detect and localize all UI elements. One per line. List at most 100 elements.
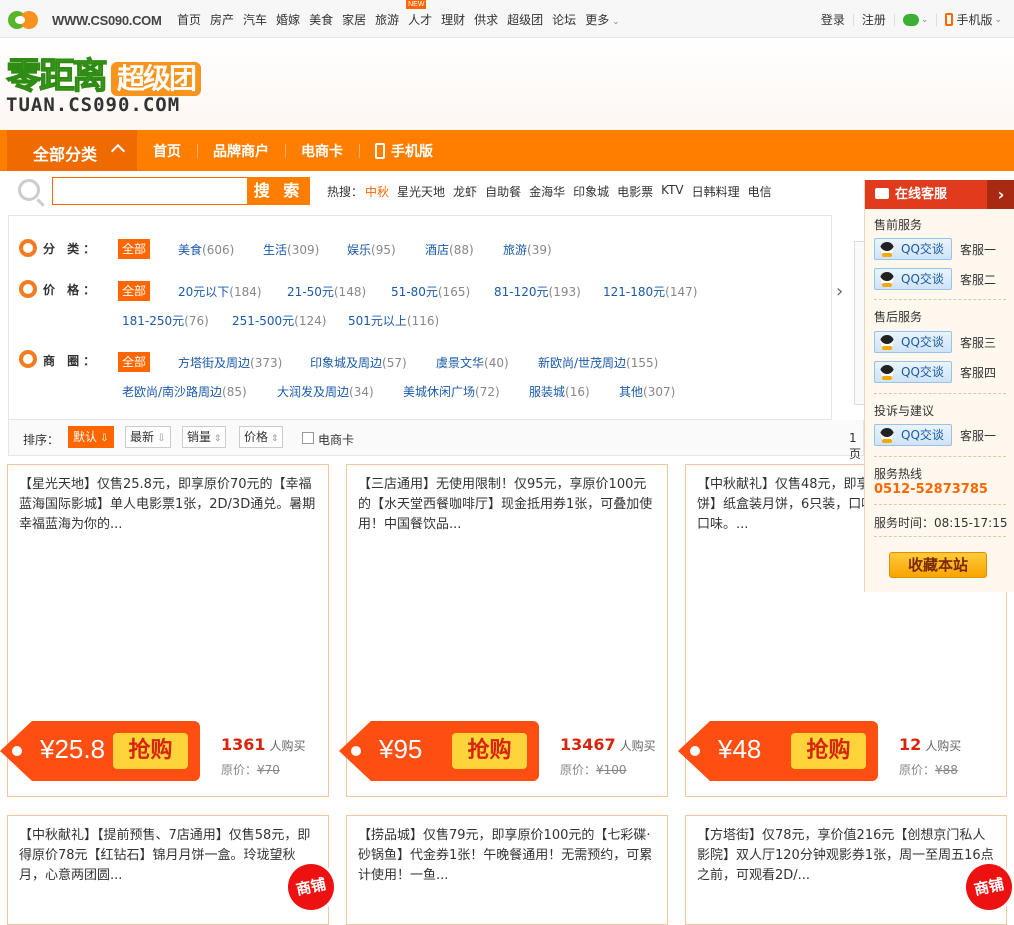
- service-hours: 服务时间：08:15-17:15: [874, 516, 1008, 530]
- customer-service-header[interactable]: 在线客服 ›: [865, 180, 1014, 209]
- deal-card[interactable]: 【捞品城】仅售79元，即享原价100元的【七彩碟·砂锅鱼】代金券1张！午晚餐通用…: [346, 815, 668, 925]
- deal-card[interactable]: 【三店通用】无使用限制！仅95元，享原价100元的【水天堂西餐咖啡厅】现金抵用券…: [339, 464, 668, 797]
- topnav-wedding[interactable]: 婚嫁: [276, 11, 300, 28]
- hot-item[interactable]: 日韩料理: [692, 183, 740, 200]
- topnav-supply[interactable]: 供求: [474, 11, 498, 28]
- topnav-supergroup[interactable]: 超级团: [507, 11, 543, 28]
- district-option[interactable]: 美城休闲广场(72): [403, 383, 500, 400]
- agent-name: 客服一: [960, 429, 997, 443]
- price-option[interactable]: 181-250元(76): [122, 312, 209, 329]
- category-all[interactable]: 全部: [118, 239, 150, 259]
- hot-item[interactable]: 中秋: [365, 183, 389, 200]
- district-option[interactable]: 老欧尚/南沙路周边(85): [122, 383, 247, 400]
- sort-price-button[interactable]: 价格 ⇕: [239, 426, 284, 448]
- topnav-car[interactable]: 汽车: [243, 11, 267, 28]
- topnav-finance[interactable]: 理财: [441, 11, 465, 28]
- site-logo[interactable]: WWW.CS090.COM: [8, 8, 162, 32]
- buy-button[interactable]: 抢购: [791, 733, 866, 769]
- category-option[interactable]: 生活(309): [263, 241, 319, 258]
- sold-count: 1361 人购买: [221, 735, 306, 754]
- hot-item[interactable]: 金海华: [529, 183, 565, 200]
- ecard-checkbox[interactable]: [302, 432, 314, 444]
- deal-title[interactable]: 【星光天地】仅售25.8元，即享原价70元的【幸福蓝海国际影城】单人电影票1张，…: [19, 475, 318, 535]
- nav-mobile[interactable]: 手机版: [359, 141, 449, 161]
- topnav-more[interactable]: 更多 ⌄: [585, 11, 619, 28]
- hotline-label: 服务热线: [874, 467, 923, 481]
- deal-card[interactable]: 【中秋献礼】【提前预售、7店通用】仅售58元，即得原价78元【红钻石】锦月月饼一…: [7, 815, 339, 925]
- favorite-button[interactable]: 收藏本站: [889, 552, 987, 578]
- deal-title[interactable]: 【中秋献礼】【提前预售、7店通用】仅售58元，即得原价78元【红钻石】锦月月饼一…: [19, 826, 318, 886]
- nav-brand-merchants[interactable]: 品牌商户: [197, 141, 285, 161]
- search-input[interactable]: [52, 177, 248, 205]
- sort-sales-button[interactable]: 销量 ⇕: [182, 426, 227, 448]
- hot-item[interactable]: 印象城: [573, 183, 609, 200]
- topnav-forum[interactable]: 论坛: [552, 11, 576, 28]
- price-option[interactable]: 81-120元(193): [494, 283, 581, 300]
- qq-chat-button[interactable]: QQ交谈: [874, 268, 952, 290]
- price-option[interactable]: 501元以上(116): [348, 312, 439, 329]
- hot-item[interactable]: 自助餐: [485, 183, 521, 200]
- deal-card[interactable]: 【星光天地】仅售25.8元，即享原价70元的【幸福蓝海国际影城】单人电影票1张，…: [0, 464, 329, 797]
- price-all[interactable]: 全部: [118, 281, 150, 301]
- divider: [874, 504, 1006, 505]
- hot-item[interactable]: KTV: [661, 183, 683, 200]
- price-option[interactable]: 121-180元(147): [603, 283, 697, 300]
- qq-chat-button[interactable]: QQ交谈: [874, 424, 952, 446]
- district-all[interactable]: 全部: [118, 352, 150, 372]
- deal-card[interactable]: 【方塔街】仅78元，享价值216元【创想京门私人影院】双人厅120分钟观影券1张…: [685, 815, 1014, 925]
- district-option[interactable]: 虞景文华(40): [436, 354, 509, 371]
- district-option[interactable]: 大润发及周边(34): [277, 383, 374, 400]
- hot-item[interactable]: 电影票: [617, 183, 653, 200]
- wechat-icon[interactable]: [902, 13, 919, 26]
- mobile-link[interactable]: 手机版: [956, 11, 992, 28]
- filter-panel: 分 类： 全部 美食(606) 生活(309) 娱乐(95) 酒店(88) 旅游…: [8, 215, 832, 420]
- district-option[interactable]: 印象城及周边(57): [310, 354, 407, 371]
- topnav-house[interactable]: 房产: [210, 11, 234, 28]
- category-option[interactable]: 娱乐(95): [347, 241, 396, 258]
- price-option[interactable]: 21-50元(148): [287, 283, 366, 300]
- all-categories-button[interactable]: 全部分类: [7, 130, 137, 171]
- chevron-down-icon: ⌄: [994, 14, 1002, 25]
- category-option[interactable]: 美食(606): [178, 241, 234, 258]
- qq-chat-button[interactable]: QQ交谈: [874, 361, 952, 383]
- register-link[interactable]: 注册: [862, 11, 886, 28]
- arrow-down-icon: ⇩: [97, 433, 109, 444]
- qq-chat-button[interactable]: QQ交谈: [874, 331, 952, 353]
- login-link[interactable]: 登录: [821, 11, 845, 28]
- district-option[interactable]: 其他(307): [619, 383, 675, 400]
- buy-button[interactable]: 抢购: [452, 733, 527, 769]
- deal-title[interactable]: 【方塔街】仅78元，享价值216元【创想京门私人影院】双人厅120分钟观影券1张…: [697, 826, 996, 886]
- topnav-jobs[interactable]: NEW 人才: [406, 0, 432, 28]
- topnav-food[interactable]: 美食: [309, 11, 333, 28]
- deal-title[interactable]: 【三店通用】无使用限制！仅95元，享原价100元的【水天堂西餐咖啡厅】现金抵用券…: [358, 475, 657, 535]
- district-option[interactable]: 服装城(16): [529, 383, 590, 400]
- hot-item[interactable]: 电信: [748, 183, 772, 200]
- category-option[interactable]: 酒店(88): [425, 241, 474, 258]
- qq-chat-button[interactable]: QQ交谈: [874, 238, 952, 260]
- original-price: 原价：¥88: [899, 763, 958, 777]
- topnav-home[interactable]: 首页: [177, 11, 201, 28]
- price-option[interactable]: 251-500元(124): [232, 312, 326, 329]
- search-button[interactable]: 搜 索: [247, 177, 310, 205]
- sort-default-button[interactable]: 默认 ⇩: [68, 426, 114, 448]
- nav-home[interactable]: 首页: [137, 141, 197, 161]
- deal-title[interactable]: 【捞品城】仅售79元，即享原价100元的【七彩碟·砂锅鱼】代金券1张！午晚餐通用…: [358, 826, 657, 886]
- chevron-right-icon[interactable]: ›: [836, 281, 843, 302]
- hot-item[interactable]: 星光天地: [397, 183, 445, 200]
- chevron-up-icon: [110, 143, 126, 159]
- price-option[interactable]: 20元以下(184): [178, 283, 262, 300]
- hot-item[interactable]: 龙虾: [453, 183, 477, 200]
- complaint-label: 投诉与建议: [874, 404, 935, 418]
- district-option[interactable]: 方塔街及周边(373): [178, 354, 282, 371]
- main-logo[interactable]: 零距离 超级团 TUAN.CS090.COM: [5, 57, 202, 116]
- sort-newest-button[interactable]: 最新 ⇩: [125, 426, 171, 448]
- chevron-right-icon[interactable]: ›: [987, 180, 1014, 209]
- side-carousel: ›: [832, 215, 864, 420]
- buy-button[interactable]: 抢购: [113, 733, 188, 769]
- price-option[interactable]: 51-80元(165): [391, 283, 470, 300]
- district-option[interactable]: 新欧尚/世茂周边(155): [538, 354, 658, 371]
- topnav-home-decor[interactable]: 家居: [342, 11, 366, 28]
- topnav-travel[interactable]: 旅游: [375, 11, 399, 28]
- nav-ecard[interactable]: 电商卡: [285, 141, 359, 161]
- category-option[interactable]: 旅游(39): [503, 241, 552, 258]
